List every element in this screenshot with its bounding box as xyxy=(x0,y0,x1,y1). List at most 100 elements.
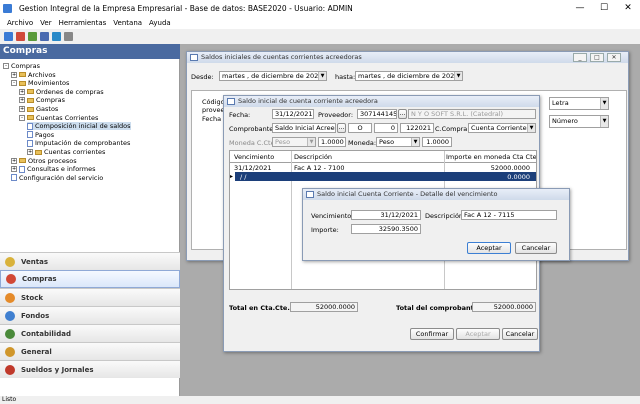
proveedor-lookup-button[interactable]: ... xyxy=(398,109,407,119)
module-button[interactable]: Stock xyxy=(0,288,180,306)
descripcion-input[interactable]: Fac A 12 - 7115 xyxy=(461,210,557,220)
menu-ver[interactable]: Ver xyxy=(40,19,51,27)
menu-ventana[interactable]: Ventana xyxy=(113,19,142,27)
comprobante-number-input[interactable]: 122021 xyxy=(400,123,434,133)
module-button[interactable]: Compras xyxy=(0,270,180,288)
toolbar-button-icon-0[interactable] xyxy=(4,32,13,41)
tree-item[interactable]: + Otros procesos xyxy=(11,157,77,165)
window-minimize-button[interactable]: _ xyxy=(573,53,587,62)
minimize-button[interactable]: — xyxy=(568,0,592,16)
expand-icon[interactable]: + xyxy=(11,166,17,173)
toolbar-button-icon-1[interactable] xyxy=(16,32,25,41)
chevron-down-icon[interactable]: ▼ xyxy=(318,72,326,80)
tree-item-label: Cuentas Corrientes xyxy=(36,113,99,122)
expand-icon[interactable]: + xyxy=(19,106,25,112)
hasta-date-picker[interactable]: martes , de diciembre de 2021 ▼ xyxy=(355,71,463,81)
confirmar-button[interactable]: Confirmar xyxy=(410,328,454,340)
moneda-rate-field[interactable]: 1.0000 xyxy=(422,137,452,147)
tree-item[interactable]: Imputación de comprobantes xyxy=(27,139,130,147)
tree-item[interactable]: - Cuentas Corrientes xyxy=(19,114,98,122)
collapse-icon[interactable]: - xyxy=(3,63,9,69)
window-icon xyxy=(227,98,235,105)
tree-item-label: Consultas e informes xyxy=(27,165,96,174)
expand-icon[interactable]: + xyxy=(19,97,25,104)
folder-icon xyxy=(27,115,34,121)
maximize-button[interactable]: ☐ xyxy=(592,0,616,16)
module-button[interactable]: Contabilidad xyxy=(0,324,180,342)
window-close-button[interactable]: ✕ xyxy=(607,53,621,62)
cancelar-button[interactable]: Cancelar xyxy=(502,328,538,340)
chevron-down-icon[interactable]: ▼ xyxy=(411,138,419,146)
collapse-icon[interactable]: - xyxy=(19,114,25,121)
tree-item[interactable]: + Ordenes de compras xyxy=(19,88,104,96)
importe-input[interactable]: 32590.3500 xyxy=(351,224,421,234)
tree-item[interactable]: Configuración del servicio xyxy=(11,174,103,182)
expand-icon[interactable]: + xyxy=(11,71,17,78)
ccompra-select[interactable]: Cuenta Corriente ▼ xyxy=(468,123,536,133)
close-button[interactable]: ✕ xyxy=(616,0,640,16)
total-comprobante-field: 52000.0000 xyxy=(472,302,536,312)
saldo-inicial-title: Saldo inicial de cuenta corriente acreed… xyxy=(238,97,378,105)
vencimiento-input[interactable]: 31/12/2021 xyxy=(351,210,421,220)
toolbar-button-icon-5[interactable] xyxy=(64,32,73,41)
table-row[interactable]: 31/12/2021 Fac A 12 - 7100 52000.0000 xyxy=(230,163,536,172)
expand-icon[interactable]: + xyxy=(11,157,17,164)
expand-icon[interactable]: + xyxy=(27,149,33,155)
moneda-cte-select: Peso ▼ xyxy=(272,137,316,147)
detalle-aceptar-button[interactable]: Aceptar xyxy=(467,242,511,254)
collapse-icon[interactable]: - xyxy=(11,80,17,87)
chevron-down-icon[interactable]: ▼ xyxy=(600,116,608,127)
comprobante-type-input[interactable]: Saldo Inicial Acreedor xyxy=(272,123,336,133)
table-row-selected[interactable]: / / 0.0000 xyxy=(230,172,536,181)
comprobante-lookup-button[interactable]: ... xyxy=(337,123,346,133)
module-button[interactable]: Sueldos y Jornales xyxy=(0,360,180,378)
moneda-select[interactable]: Peso ▼ xyxy=(376,137,420,147)
desde-date-picker[interactable]: martes , de diciembre de 2021 ▼ xyxy=(219,71,327,81)
menu-archivo[interactable]: Archivo xyxy=(7,19,33,27)
tree-item-label: Archivos xyxy=(28,70,56,79)
tree-item[interactable]: + Cuentas corrientes xyxy=(27,148,105,156)
module-button[interactable]: Ventas xyxy=(0,252,180,270)
toolbar-button-icon-4[interactable] xyxy=(52,32,61,41)
module-icon xyxy=(5,310,15,321)
fecha-label: Fecha: xyxy=(229,111,251,119)
desde-value: martes , de diciembre de 2021 xyxy=(222,72,323,80)
expand-icon[interactable]: + xyxy=(19,88,25,95)
window-maximize-button[interactable]: □ xyxy=(590,53,604,62)
menu-ayuda[interactable]: Ayuda xyxy=(149,19,171,27)
numero-sort-select[interactable]: Número ▼ xyxy=(549,115,609,128)
tree-item[interactable]: Pagos xyxy=(27,131,54,139)
tree-item[interactable]: - Movimientos xyxy=(11,79,69,87)
ccompra-label: C.Compra: xyxy=(435,125,470,133)
total-cte-label: Total en Cta.Cte.: xyxy=(229,304,293,312)
toolbar-button-icon-3[interactable] xyxy=(40,32,49,41)
row-pointer-icon: ▸ xyxy=(230,172,235,181)
module-label: Contabilidad xyxy=(21,329,71,338)
proveedor-code-input[interactable]: 30714414581 xyxy=(357,109,397,119)
comprobante-letter-input[interactable]: O xyxy=(348,123,372,133)
navigation-pane: Compras - Compras + Archivos - Movimientos + Or… xyxy=(0,44,180,396)
tree-item-label: Otros procesos xyxy=(28,156,77,165)
tree-item[interactable]: + Consultas e informes xyxy=(11,165,95,173)
chevron-down-icon[interactable]: ▼ xyxy=(600,98,608,109)
tree-item[interactable]: - Compras xyxy=(3,62,40,70)
aceptar-button[interactable]: Aceptar xyxy=(456,328,500,340)
punto-venta-input[interactable]: 0 xyxy=(374,123,398,133)
module-button[interactable]: General xyxy=(0,342,180,360)
chevron-down-icon[interactable]: ▼ xyxy=(454,72,462,80)
module-label: Sueldos y Jornales xyxy=(21,365,94,374)
chevron-down-icon[interactable]: ▼ xyxy=(527,124,535,132)
module-button[interactable]: Fondos xyxy=(0,306,180,324)
tree-item[interactable]: + Gastos xyxy=(19,105,58,113)
tree-item[interactable]: Composición inicial de saldos xyxy=(27,122,131,131)
tree-item[interactable]: + Compras xyxy=(19,96,65,104)
tree-item[interactable]: + Archivos xyxy=(11,71,56,79)
moneda-cte-value: Peso xyxy=(275,138,291,146)
folder-icon xyxy=(19,72,26,78)
menu-herramientas[interactable]: Herramientas xyxy=(59,19,107,27)
fecha-input[interactable]: 31/12/2021 xyxy=(272,109,314,119)
detalle-cancelar-button[interactable]: Cancelar xyxy=(515,242,557,254)
toolbar-button-icon-2[interactable] xyxy=(28,32,37,41)
comprobante-label: Comprobante: xyxy=(229,125,276,133)
letra-sort-select[interactable]: Letra ▼ xyxy=(549,97,609,110)
